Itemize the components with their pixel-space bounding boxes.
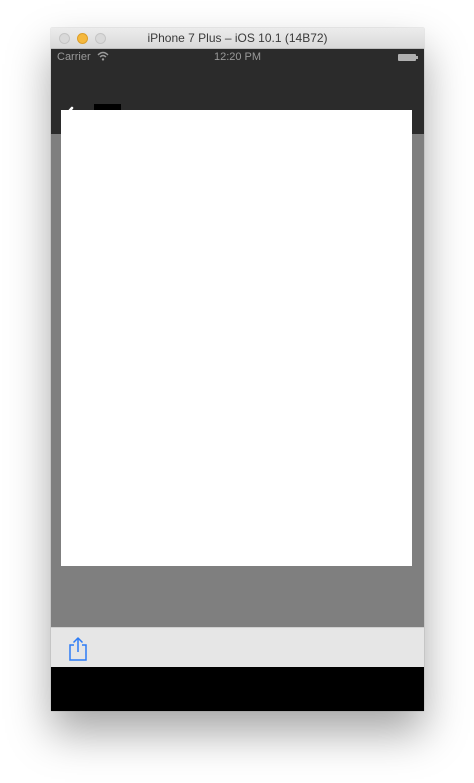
battery-icon [398,54,418,61]
window-title: iPhone 7 Plus – iOS 10.1 (14B72) [147,31,328,45]
document-preview-sheet[interactable] [61,110,412,566]
window-titlebar[interactable]: iPhone 7 Plus – iOS 10.1 (14B72) [51,28,424,49]
bottom-toolbar [51,627,424,667]
simulator-window: iPhone 7 Plus – iOS 10.1 (14B72) Carrier… [51,28,424,711]
share-icon[interactable] [67,636,89,662]
status-time: 12:20 PM [213,51,262,63]
bottom-black-bar [51,667,424,711]
status-bar: Carrier 12:20 PM [51,49,424,66]
